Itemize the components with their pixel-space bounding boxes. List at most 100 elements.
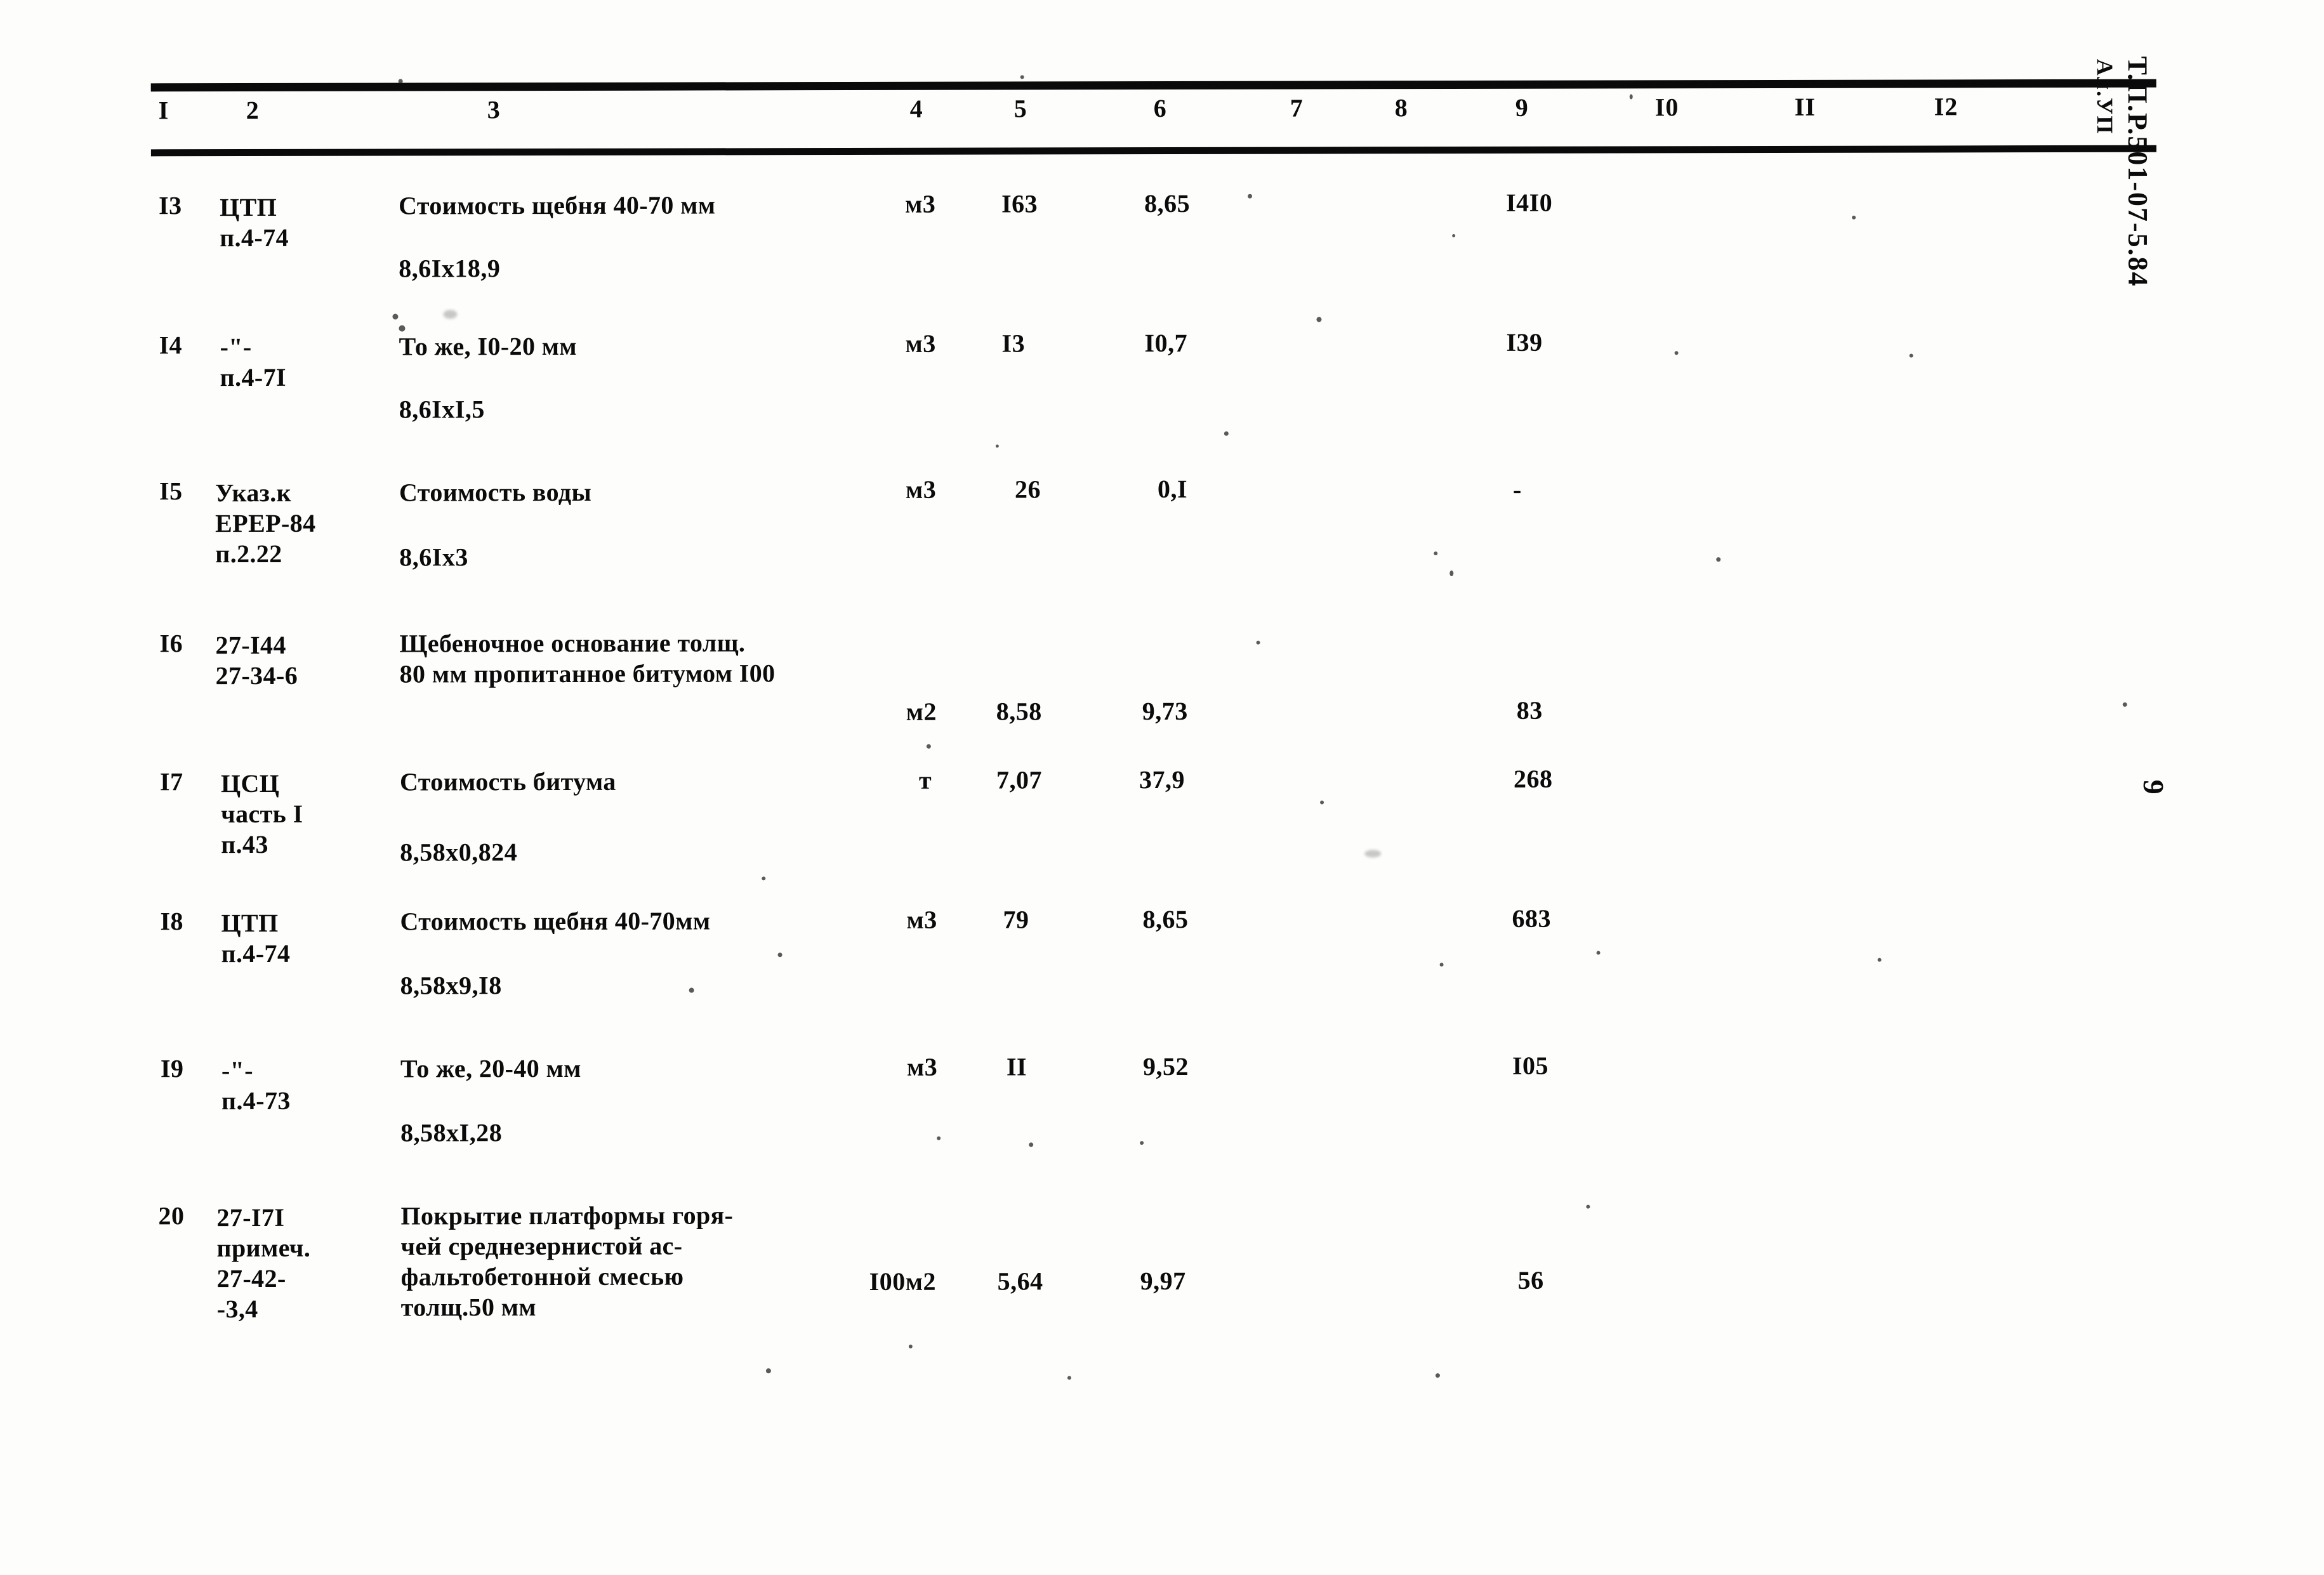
scan-speck [1452, 234, 1456, 238]
scan-speck [1256, 640, 1260, 645]
margin-album-label: Ал.УП [2092, 58, 2118, 135]
scan-speck [1435, 1373, 1440, 1378]
column-header-5: 5 [1013, 94, 1027, 123]
scan-speck [1586, 1204, 1590, 1209]
row-unit: I00м2 [869, 1267, 936, 1296]
scan-speck [1909, 353, 1913, 358]
scan-speck [1320, 800, 1324, 805]
row-description: Покрытие платформы горя- чей среднезерни… [400, 1201, 734, 1322]
column-header-7: 7 [1290, 93, 1304, 122]
row-description: Щебеночное основание толщ. 80 мм пропита… [399, 628, 776, 689]
scan-speck [2122, 702, 2127, 707]
margin-document-code: Т.П.Р.501-07-5.84 [2122, 56, 2154, 287]
row-unit-price: I0,7 [1144, 328, 1188, 358]
row-unit-price: 9,97 [1140, 1266, 1186, 1296]
row-unit-price: 8,65 [1144, 188, 1191, 218]
row-total: 268 [1513, 764, 1553, 793]
scan-smudge [443, 310, 458, 319]
row-formula: 8,58х9,I8 [400, 971, 502, 1000]
column-header-12: I2 [1934, 92, 1958, 121]
row-unit: м3 [905, 189, 936, 218]
column-header-1: I [158, 96, 169, 125]
row-reference: ЦТП п.4-74 [220, 192, 289, 253]
row-reference: -"- п.4-7I [220, 333, 287, 392]
scan-speck [1067, 1376, 1071, 1380]
row-quantity: II [1006, 1052, 1027, 1081]
row-total: I05 [1512, 1051, 1549, 1080]
row-quantity: 7,07 [996, 765, 1043, 794]
row-total: I39 [1506, 327, 1543, 357]
row-total: 683 [1512, 904, 1551, 933]
row-unit-price: 0,I [1157, 474, 1188, 504]
column-header-11: II [1794, 92, 1816, 121]
row-formula: 8,6Iх3 [399, 543, 468, 572]
row-description: Стоимость щебня 40-70мм [400, 906, 711, 936]
row-description: То же, I0-20 мм [399, 331, 578, 361]
row-unit: м3 [905, 329, 936, 358]
row-number: 20 [158, 1201, 185, 1230]
scan-speck [937, 1136, 941, 1140]
scan-speck [762, 876, 766, 881]
row-unit-price: 9,73 [1142, 696, 1188, 726]
scan-speck [399, 325, 406, 332]
column-header-4: 4 [909, 94, 923, 123]
row-reference: -"- п.4-73 [221, 1056, 291, 1116]
row-quantity: 26 [1014, 475, 1041, 504]
table-top-rule [150, 79, 2156, 92]
scan-speck [995, 444, 999, 448]
scan-smudge [1364, 850, 1382, 858]
row-reference: 27-I7I примеч. 27-42- -3,4 [216, 1203, 311, 1324]
scan-speck [926, 744, 931, 749]
row-unit: м3 [906, 1052, 938, 1081]
row-unit-price: 8,65 [1142, 904, 1189, 934]
row-number: I7 [159, 767, 183, 796]
scan-speck [398, 79, 403, 84]
row-formula: 8,6Iх18,9 [399, 254, 501, 283]
scan-speck [1248, 194, 1253, 199]
scan-speck [908, 1344, 913, 1348]
table-header-rule [150, 145, 2156, 157]
scan-speck [1716, 557, 1721, 562]
scan-speck [1029, 1142, 1034, 1147]
row-description: Стоимость битума [399, 767, 616, 796]
column-header-6: 6 [1153, 93, 1167, 123]
row-description: То же, 20-40 мм [400, 1053, 581, 1083]
row-formula: 8,58хI,28 [400, 1118, 503, 1147]
scan-speck [1316, 317, 1322, 322]
scan-speck [765, 1368, 771, 1374]
row-reference: 27-I44 27-34-6 [215, 630, 298, 690]
row-formula: 8,6IхI,5 [399, 395, 485, 424]
row-description: Стоимость воды [399, 477, 592, 507]
scan-speck [1852, 215, 1856, 220]
column-header-10: I0 [1654, 93, 1679, 122]
column-header-8: 8 [1394, 93, 1408, 122]
row-quantity: I3 [1001, 329, 1026, 358]
row-description: Стоимость щебня 40-70 мм [399, 190, 716, 220]
column-header-9: 9 [1515, 93, 1529, 122]
row-formula: 8,58х0,824 [400, 838, 518, 867]
row-total: I4I0 [1506, 188, 1553, 217]
scan-speck [1439, 963, 1444, 967]
scan-speck [1674, 351, 1679, 355]
page-number: 9 [2137, 779, 2170, 796]
row-quantity: 5,64 [997, 1267, 1043, 1296]
row-unit: т [918, 765, 932, 794]
column-header-3: 3 [487, 95, 501, 124]
row-number: I6 [159, 629, 183, 658]
scan-speck [1020, 75, 1024, 79]
row-number: I3 [159, 191, 182, 220]
scan-speck [1434, 551, 1438, 556]
row-quantity: I63 [1001, 189, 1038, 218]
row-unit: м3 [906, 905, 937, 934]
row-reference: ЦСЦ часть I п.43 [220, 768, 303, 859]
scanned-document-page: I 2 3 4 5 6 7 8 9 I0 II I2 I3 ЦТП п.4-74… [0, 0, 2324, 1575]
scan-speck [689, 987, 694, 993]
scan-speck [1877, 958, 1882, 962]
row-reference: ЦТП п.4-74 [221, 908, 291, 968]
row-total: - [1512, 475, 1522, 504]
row-number: I5 [159, 477, 183, 506]
scan-speck [1224, 431, 1229, 436]
scan-speck [777, 952, 782, 958]
row-quantity: 8,58 [996, 697, 1042, 726]
row-unit-price: 9,52 [1142, 1051, 1189, 1081]
